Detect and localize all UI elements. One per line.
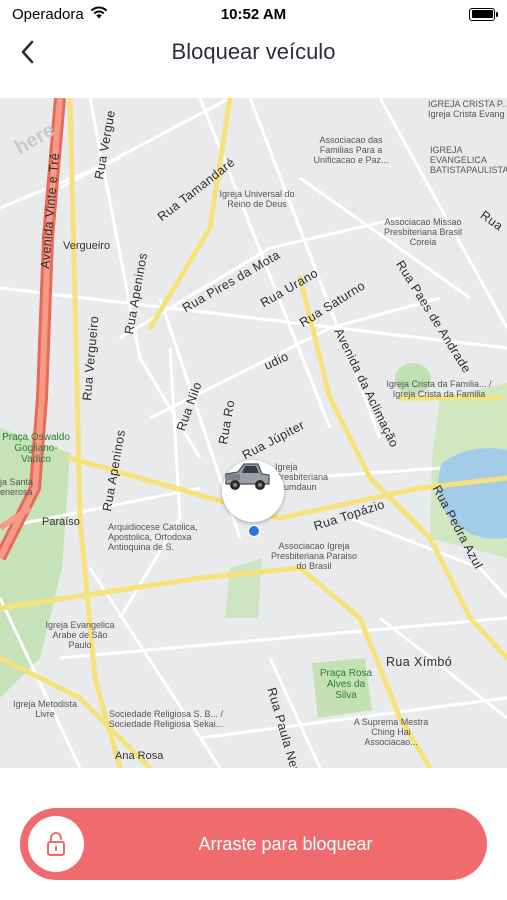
swipe-knob[interactable] bbox=[28, 816, 84, 872]
chevron-left-icon bbox=[21, 40, 34, 64]
battery-icon bbox=[469, 7, 498, 21]
unlock-icon bbox=[47, 832, 65, 856]
place-label: Igreja Presbiteriana Arumdaun bbox=[275, 462, 329, 492]
page-title: Bloquear veículo bbox=[171, 39, 336, 64]
place-label: Associacao Igreja Presbiteriana Paraiso … bbox=[270, 541, 358, 571]
back-button[interactable] bbox=[12, 36, 44, 68]
place-label: IGREJA EVANGELICA BATISTAPAULISTA bbox=[430, 145, 507, 175]
place-label: Praça Rosa Alves da Silva bbox=[319, 668, 373, 701]
place-label: A Suprema Mestra Ching Hai Associacao... bbox=[353, 717, 429, 747]
place-label: Vergueiro bbox=[63, 240, 111, 252]
status-bar: Operadora 10:52 AM bbox=[0, 0, 507, 28]
place-label: Praça Oswaldo Gogliano-Vadico bbox=[2, 432, 70, 465]
place-label: Igreja Evangelica Arabe de São Paulo bbox=[45, 620, 115, 650]
place-label: Ana Rosa bbox=[115, 750, 164, 762]
place-label: Igreja Universal do Reino de Deus bbox=[219, 189, 295, 209]
pickup-truck-icon bbox=[225, 463, 270, 490]
place-label: Igreja Metodista Livre bbox=[12, 699, 78, 719]
place-label: Sociedade Religiosa S. B... / Sociedade … bbox=[108, 709, 224, 729]
place-label: Associacao Missao Presbiteriana Brasil C… bbox=[383, 217, 463, 247]
wifi-icon bbox=[90, 5, 108, 23]
nav-bar: Bloquear veículo bbox=[0, 28, 507, 76]
place-label: Paraíso bbox=[42, 516, 80, 528]
map-view[interactable]: Avenida Vinte e Trê Rua Vergue Rua Taman… bbox=[0, 98, 507, 768]
street-label: Rua Xímbó bbox=[386, 655, 453, 669]
carrier-label: Operadora bbox=[12, 5, 84, 23]
place-label: Igreja Crista da Familia... / Igreja Cri… bbox=[386, 379, 492, 399]
swipe-lock-slider[interactable]: Arraste para bloquear bbox=[20, 808, 487, 880]
place-label: Arquidiocese Catolica, Apostolica, Ortod… bbox=[108, 522, 198, 552]
swipe-area: Arraste para bloquear bbox=[0, 768, 507, 900]
place-label: Associacao das Familias Para a Unificaca… bbox=[313, 135, 389, 165]
swipe-label: Arraste para bloquear bbox=[198, 833, 373, 854]
place-label: ja Santa enerosa bbox=[0, 477, 34, 497]
vehicle-marker[interactable] bbox=[222, 460, 284, 522]
status-left: Operadora bbox=[12, 6, 108, 23]
place-label: IGREJA CRISTA P... Igreja Crista Evang bbox=[428, 99, 507, 119]
user-location-dot bbox=[248, 525, 260, 537]
